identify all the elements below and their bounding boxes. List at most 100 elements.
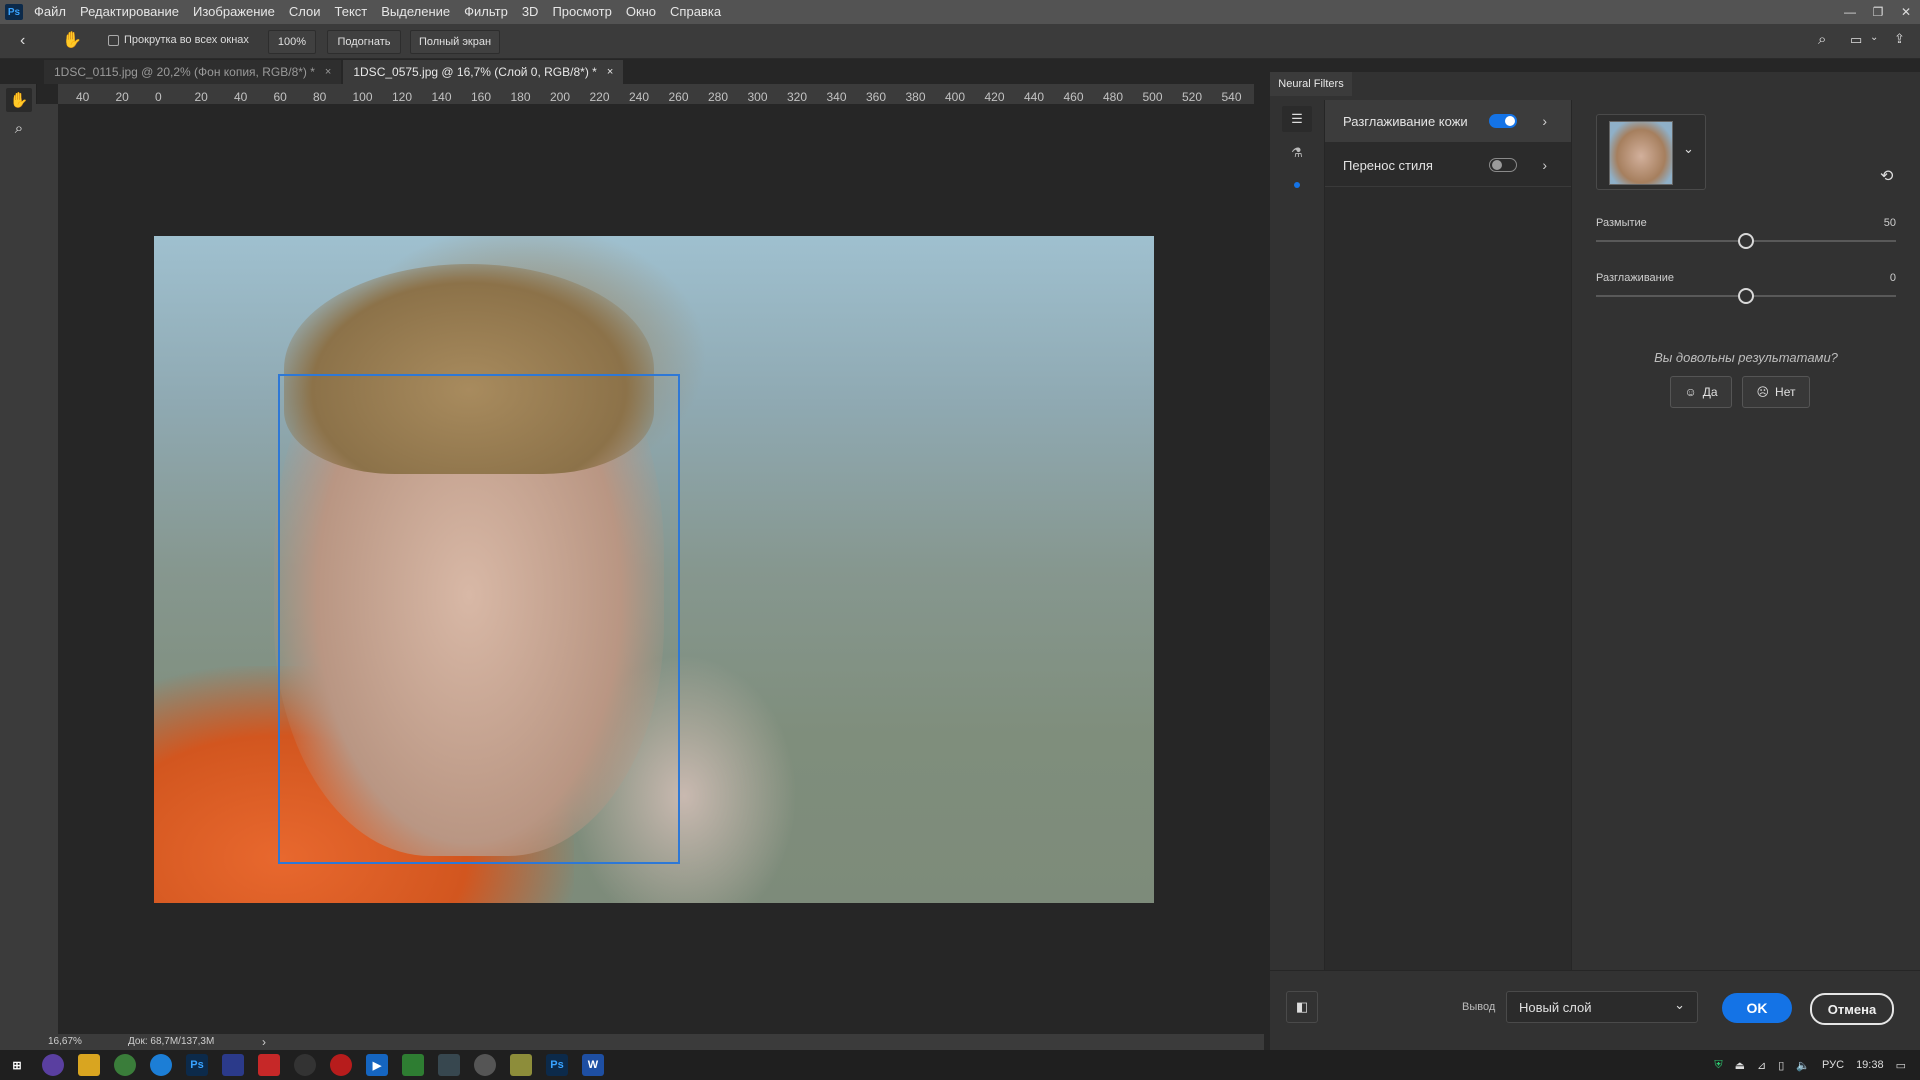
- media-player-icon[interactable]: ▶: [366, 1054, 388, 1076]
- ruler-tick-label: 180: [510, 90, 531, 104]
- app-icon[interactable]: [438, 1054, 460, 1076]
- menu-filter[interactable]: Фильтр: [457, 0, 515, 24]
- menu-edit[interactable]: Редактирование: [73, 0, 186, 24]
- compare-icon[interactable]: ◧: [1286, 991, 1318, 1023]
- chevron-down-icon: ⌄: [1674, 997, 1685, 1012]
- photoshop-taskbar-icon[interactable]: Ps: [186, 1054, 208, 1076]
- minimize-icon[interactable]: —: [1836, 0, 1864, 24]
- tab-label: 1DSC_0575.jpg @ 16,7% (Слой 0, RGB/8*) *: [353, 65, 597, 79]
- chevron-down-icon[interactable]: ⌄: [1870, 32, 1878, 43]
- feedback-no-label: Нет: [1775, 385, 1796, 399]
- zoom-tool-icon[interactable]: ⌕: [6, 116, 32, 140]
- share-icon[interactable]: ⇪: [1894, 31, 1905, 47]
- cancel-button[interactable]: Отмена: [1810, 993, 1894, 1025]
- menu-window[interactable]: Окно: [619, 0, 663, 24]
- feedback-no-button[interactable]: ☹ Нет: [1742, 376, 1810, 408]
- panel-tab-neural-filters[interactable]: Neural Filters: [1270, 72, 1352, 96]
- opera-icon[interactable]: [330, 1054, 352, 1076]
- menu-3d[interactable]: 3D: [515, 0, 546, 24]
- smoothness-label: Разглаживание: [1596, 272, 1674, 284]
- menu-image[interactable]: Изображение: [186, 0, 282, 24]
- chevron-right-icon[interactable]: ›: [262, 1035, 266, 1049]
- language-indicator[interactable]: РУС: [1822, 1059, 1844, 1071]
- app-icon[interactable]: [222, 1054, 244, 1076]
- network-icon[interactable]: ⊿: [1757, 1059, 1766, 1072]
- battery-icon[interactable]: ▯: [1778, 1059, 1784, 1072]
- tab-document-1[interactable]: 1DSC_0115.jpg @ 20,2% (Фон копия, RGB/8*…: [44, 60, 342, 84]
- restore-icon[interactable]: ❐: [1864, 0, 1892, 24]
- menu-view[interactable]: Просмотр: [545, 0, 618, 24]
- filter-style-transfer[interactable]: Перенос стиля ›: [1325, 144, 1571, 186]
- start-icon[interactable]: ⊞: [6, 1054, 28, 1076]
- back-arrow-icon[interactable]: ‹: [20, 32, 25, 50]
- all-filters-icon[interactable]: ☰: [1282, 106, 1312, 132]
- smoothness-slider-handle[interactable]: [1738, 288, 1754, 304]
- close-icon[interactable]: ×: [325, 66, 331, 78]
- photoshop-logo-icon[interactable]: Ps: [5, 4, 23, 20]
- ruler-tick-label: 460: [1063, 90, 1084, 104]
- face-selector[interactable]: ⌄: [1596, 114, 1706, 190]
- ruler-tick-label: 380: [905, 90, 926, 104]
- publisher-icon[interactable]: [402, 1054, 424, 1076]
- style-transfer-toggle[interactable]: [1489, 158, 1517, 172]
- face-thumbnail: [1609, 121, 1673, 185]
- edge-icon[interactable]: [150, 1054, 172, 1076]
- skin-smoothing-toggle[interactable]: [1489, 114, 1517, 128]
- blur-slider-handle[interactable]: [1738, 233, 1754, 249]
- notifications-icon[interactable]: ▭: [1896, 1059, 1906, 1072]
- tab-document-2[interactable]: 1DSC_0575.jpg @ 16,7% (Слой 0, RGB/8*) *…: [343, 60, 624, 84]
- word-icon[interactable]: W: [582, 1054, 604, 1076]
- scroll-all-checkbox[interactable]: [108, 35, 119, 46]
- filezilla-icon[interactable]: [258, 1054, 280, 1076]
- ruler-tick-label: 80: [313, 90, 327, 104]
- chrome-icon[interactable]: [114, 1054, 136, 1076]
- ruler-tick-label: 60: [273, 90, 287, 104]
- menu-select[interactable]: Выделение: [374, 0, 457, 24]
- fit-screen-button[interactable]: Подогнать: [327, 30, 401, 54]
- frown-icon: ☹: [1756, 385, 1770, 399]
- file-explorer-icon[interactable]: [78, 1054, 100, 1076]
- reset-icon[interactable]: ⟲: [1880, 166, 1893, 186]
- ruler-tick-label: 360: [866, 90, 887, 104]
- shield-icon[interactable]: ⛨: [1714, 1059, 1722, 1072]
- menu-file[interactable]: Файл: [27, 0, 73, 24]
- menu-help[interactable]: Справка: [663, 0, 728, 24]
- search-icon[interactable]: ⌕: [1818, 31, 1826, 48]
- menu-bar: Ps Файл Редактирование Изображение Слои …: [0, 0, 1920, 24]
- ok-button[interactable]: OK: [1722, 993, 1792, 1023]
- ruler-tick-label: 140: [431, 90, 452, 104]
- ruler-tick-label: 200: [550, 90, 571, 104]
- wait-list-dot-icon: [1294, 182, 1300, 188]
- close-window-icon[interactable]: ✕: [1892, 0, 1920, 24]
- app-icon[interactable]: [474, 1054, 496, 1076]
- ruler-tick-label: 160: [471, 90, 492, 104]
- hand-tool-icon[interactable]: ✋: [62, 30, 82, 50]
- hand-tool-icon[interactable]: ✋: [6, 88, 32, 112]
- filter-skin-smoothing[interactable]: Разглаживание кожи ›: [1325, 100, 1571, 142]
- chevron-right-icon[interactable]: ›: [1542, 113, 1547, 129]
- close-icon[interactable]: ×: [607, 66, 613, 78]
- cortana-icon[interactable]: [42, 1054, 64, 1076]
- zoom-level[interactable]: 16,67%: [48, 1036, 82, 1047]
- clock[interactable]: 19:38: [1856, 1059, 1884, 1071]
- document-size: Док: 68,7M/137,3M: [128, 1036, 215, 1047]
- photoshop-active-icon[interactable]: Ps: [546, 1054, 568, 1076]
- feedback-yes-button[interactable]: ☺ Да: [1670, 376, 1732, 408]
- menu-type[interactable]: Текст: [328, 0, 375, 24]
- filter-label: Перенос стиля: [1343, 157, 1433, 173]
- chevron-right-icon[interactable]: ›: [1542, 157, 1547, 173]
- beta-filters-icon[interactable]: ⚗: [1282, 140, 1312, 166]
- menu-layers[interactable]: Слои: [282, 0, 328, 24]
- notepad-icon[interactable]: [510, 1054, 532, 1076]
- volume-icon[interactable]: 🔈: [1796, 1059, 1810, 1072]
- ruler-tick-label: 280: [708, 90, 729, 104]
- chevron-down-icon[interactable]: ⌄: [1683, 141, 1694, 157]
- output-select[interactable]: Новый слой ⌄: [1506, 991, 1698, 1023]
- filter-list: Разглаживание кожи › Перенос стиля ›: [1325, 100, 1572, 970]
- workspace-icon[interactable]: ▭: [1850, 32, 1862, 48]
- status-bar: 16,67% Док: 68,7M/137,3M ›: [36, 1034, 1264, 1050]
- zoom-100-button[interactable]: 100%: [268, 30, 316, 54]
- usb-icon[interactable]: ⏏: [1735, 1059, 1745, 1072]
- fullscreen-button[interactable]: Полный экран: [410, 30, 500, 54]
- yandex-icon[interactable]: [294, 1054, 316, 1076]
